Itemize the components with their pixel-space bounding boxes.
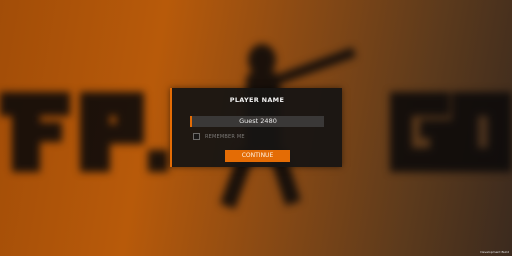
player-name-input[interactable]: Guest 2480	[190, 116, 324, 127]
continue-button[interactable]: CONTINUE	[225, 150, 290, 162]
remember-me-label: REMEMBER ME	[205, 133, 245, 140]
remember-me-checkbox[interactable]	[193, 133, 200, 140]
dialog-title: PLAYER NAME	[229, 96, 285, 104]
development-build-label: Development Build	[480, 250, 509, 254]
remember-me-toggle[interactable]: REMEMBER ME	[193, 132, 245, 141]
player-name-dialog: PLAYER NAME Guest 2480 REMEMBER ME CONTI…	[170, 88, 342, 167]
